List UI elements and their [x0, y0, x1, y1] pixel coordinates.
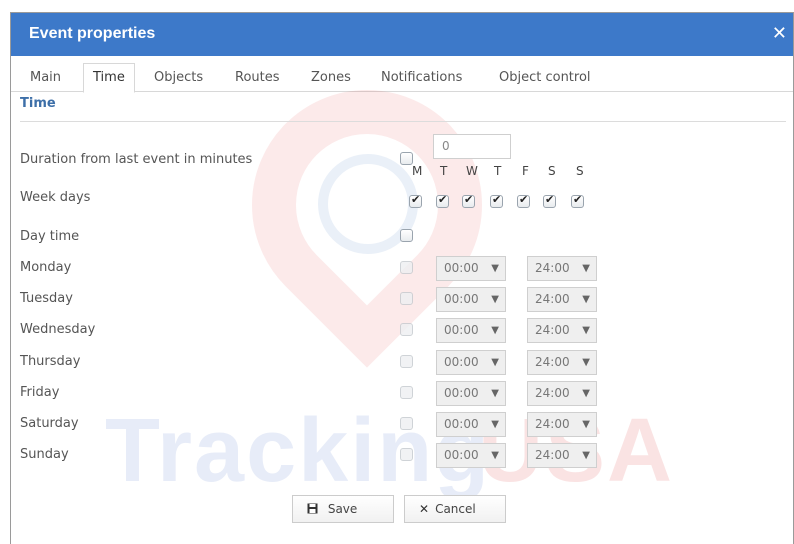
tab-notifications[interactable]: Notifications — [372, 64, 471, 92]
weekday-checkbox-sat[interactable] — [543, 193, 556, 208]
dialog-title: Event properties — [29, 25, 156, 42]
weekday-letter-tue: T — [440, 164, 448, 178]
from-time-select-tuesday[interactable]: 00:00 ▼ — [436, 287, 506, 312]
day-time-checkbox[interactable] — [400, 229, 413, 242]
to-time-select-sunday[interactable]: 24:00 ▼ — [527, 443, 597, 468]
to-time-select-wednesday[interactable]: 24:00 ▼ — [527, 318, 597, 343]
chevron-down-icon: ▼ — [582, 263, 590, 274]
tab-object-control[interactable]: Object control — [490, 64, 600, 92]
weekday-letter-thu: T — [494, 164, 502, 178]
day-label-wednesday: Wednesday — [20, 322, 96, 337]
chevron-down-icon: ▼ — [491, 294, 499, 305]
day-label-tuesday: Tuesday — [20, 291, 73, 306]
chevron-down-icon: ▼ — [582, 294, 590, 305]
dialog-titlebar[interactable]: Event properties ✕ — [11, 13, 793, 56]
weekday-letter-wed: W — [466, 164, 478, 178]
weekday-letter-mon: M — [412, 164, 423, 178]
day-checkbox-friday[interactable] — [400, 386, 413, 399]
day-checkbox-monday[interactable] — [400, 261, 413, 274]
to-time-select-monday[interactable]: 24:00 ▼ — [527, 256, 597, 281]
x-icon: ✕ — [419, 502, 430, 516]
weekday-checkbox-mon[interactable] — [409, 193, 422, 208]
duration-input[interactable]: 0 — [433, 134, 511, 159]
section-divider — [20, 121, 786, 122]
day-label-monday: Monday — [20, 260, 72, 275]
weekday-checkbox-sun[interactable] — [571, 193, 584, 208]
tab-routes[interactable]: Routes — [226, 64, 289, 92]
weekday-checkbox-wed[interactable] — [462, 193, 475, 208]
watermark-text-tracking: Tracking — [105, 401, 492, 501]
tab-objects[interactable]: Objects — [145, 64, 212, 92]
from-time-select-monday[interactable]: 00:00 ▼ — [436, 256, 506, 281]
day-checkbox-wednesday[interactable] — [400, 323, 413, 336]
weekday-letter-sat: S — [548, 164, 556, 178]
weekday-checkbox-fri[interactable] — [517, 193, 530, 208]
weekday-letter-fri: F — [522, 164, 529, 178]
chevron-down-icon: ▼ — [491, 388, 499, 399]
weekday-checkbox-tue[interactable] — [436, 193, 449, 208]
chevron-down-icon: ▼ — [582, 388, 590, 399]
from-time-select-saturday[interactable]: 00:00 ▼ — [436, 412, 506, 437]
cancel-button[interactable]: ✕ Cancel — [404, 495, 506, 523]
day-checkbox-saturday[interactable] — [400, 417, 413, 430]
chevron-down-icon: ▼ — [491, 450, 499, 461]
to-time-select-saturday[interactable]: 24:00 ▼ — [527, 412, 597, 437]
chevron-down-icon: ▼ — [582, 357, 590, 368]
section-title: Time — [20, 96, 56, 111]
chevron-down-icon: ▼ — [491, 357, 499, 368]
day-label-sunday: Sunday — [20, 447, 69, 462]
day-checkbox-thursday[interactable] — [400, 355, 413, 368]
chevron-down-icon: ▼ — [491, 263, 499, 274]
chevron-down-icon: ▼ — [491, 325, 499, 336]
day-label-friday: Friday — [20, 385, 60, 400]
from-time-select-thursday[interactable]: 00:00 ▼ — [436, 350, 506, 375]
day-label-thursday: Thursday — [20, 354, 81, 369]
to-time-select-tuesday[interactable]: 24:00 ▼ — [527, 287, 597, 312]
from-time-select-sunday[interactable]: 00:00 ▼ — [436, 443, 506, 468]
day-checkbox-tuesday[interactable] — [400, 292, 413, 305]
save-button[interactable]: Save — [292, 495, 394, 523]
day-label-saturday: Saturday — [20, 416, 79, 431]
tab-time[interactable]: Time — [83, 63, 135, 93]
chevron-down-icon: ▼ — [582, 450, 590, 461]
from-time-select-friday[interactable]: 00:00 ▼ — [436, 381, 506, 406]
duration-label: Duration from last event in minutes — [20, 152, 253, 167]
week-days-label: Week days — [20, 190, 91, 205]
weekday-checkbox-thu[interactable] — [490, 193, 503, 208]
day-time-label: Day time — [20, 229, 80, 244]
chevron-down-icon: ▼ — [491, 419, 499, 430]
chevron-down-icon: ▼ — [582, 419, 590, 430]
from-time-select-wednesday[interactable]: 00:00 ▼ — [436, 318, 506, 343]
chevron-down-icon: ▼ — [582, 325, 590, 336]
day-checkbox-sunday[interactable] — [400, 448, 413, 461]
to-time-select-friday[interactable]: 24:00 ▼ — [527, 381, 597, 406]
tab-main[interactable]: Main — [21, 64, 70, 92]
weekday-letter-sun: S — [576, 164, 584, 178]
tab-bar: Main Time Objects Routes Zones Notificat… — [11, 56, 793, 93]
floppy-disk-icon — [307, 502, 322, 516]
to-time-select-thursday[interactable]: 24:00 ▼ — [527, 350, 597, 375]
close-icon[interactable]: ✕ — [772, 23, 787, 44]
tab-zones[interactable]: Zones — [302, 64, 360, 92]
